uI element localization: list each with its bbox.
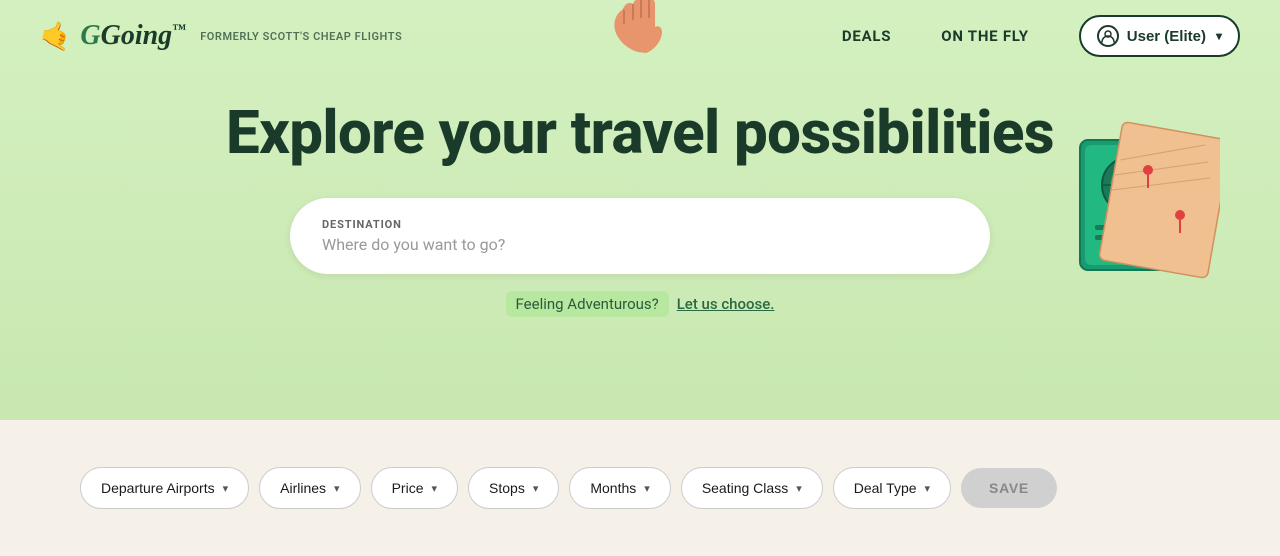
months-chevron-icon: ▾ bbox=[644, 482, 650, 495]
on-the-fly-nav-link[interactable]: ON THE FLY bbox=[941, 27, 1029, 45]
seating-class-chevron-icon: ▾ bbox=[796, 482, 802, 495]
adventure-prompt: Feeling Adventurous? Let us choose. bbox=[190, 294, 1090, 313]
formerly-label: FORMERLY SCOTT'S CHEAP FLIGHTS bbox=[200, 30, 402, 43]
departure-airports-filter[interactable]: Departure Airports ▾ bbox=[80, 467, 249, 509]
hero-title: Explore your travel possibilities bbox=[190, 100, 1090, 166]
logo: 🤙 GGoing™ bbox=[40, 20, 186, 52]
let-us-choose-link[interactable]: Let us choose. bbox=[677, 295, 775, 313]
stops-filter[interactable]: Stops ▾ bbox=[468, 467, 559, 509]
user-label: User (Elite) bbox=[1127, 28, 1206, 45]
deal-type-label: Deal Type bbox=[854, 480, 917, 496]
header: 🤙 GGoing™ FORMERLY SCOTT'S CHEAP FLIGHTS… bbox=[0, 0, 1280, 72]
seating-class-label: Seating Class bbox=[702, 480, 788, 496]
departure-airports-label: Departure Airports bbox=[101, 480, 215, 496]
seating-class-filter[interactable]: Seating Class ▾ bbox=[681, 467, 823, 509]
deal-type-chevron-icon: ▾ bbox=[925, 482, 931, 495]
destination-label: DESTINATION bbox=[322, 218, 958, 231]
save-button[interactable]: SAVE bbox=[961, 468, 1057, 508]
destination-input[interactable]: Where do you want to go? bbox=[322, 235, 958, 254]
deals-nav-link[interactable]: DEALS bbox=[842, 27, 891, 45]
airlines-label: Airlines bbox=[280, 480, 326, 496]
logo-hand-icon: 🤙 bbox=[37, 17, 76, 54]
airlines-filter[interactable]: Airlines ▾ bbox=[259, 467, 360, 509]
months-filter[interactable]: Months ▾ bbox=[569, 467, 670, 509]
months-label: Months bbox=[590, 480, 636, 496]
map-illustration bbox=[1060, 120, 1220, 300]
deal-type-filter[interactable]: Deal Type ▾ bbox=[833, 467, 951, 509]
user-chevron-icon: ▾ bbox=[1216, 29, 1222, 43]
airlines-chevron-icon: ▾ bbox=[334, 482, 340, 495]
main-nav: DEALS ON THE FLY User (Elite) ▾ bbox=[842, 15, 1240, 57]
price-filter[interactable]: Price ▾ bbox=[371, 467, 458, 509]
stops-label: Stops bbox=[489, 480, 525, 496]
logo-text: GGoing™ bbox=[80, 20, 186, 52]
user-icon bbox=[1097, 25, 1119, 47]
price-label: Price bbox=[392, 480, 424, 496]
stops-chevron-icon: ▾ bbox=[533, 482, 539, 495]
destination-search-box[interactable]: DESTINATION Where do you want to go? bbox=[290, 198, 990, 274]
feeling-adventurous-text: Feeling Adventurous? bbox=[506, 291, 669, 317]
departure-airports-chevron-icon: ▾ bbox=[223, 482, 229, 495]
user-menu-button[interactable]: User (Elite) ▾ bbox=[1079, 15, 1240, 57]
price-chevron-icon: ▾ bbox=[431, 482, 437, 495]
header-left: 🤙 GGoing™ FORMERLY SCOTT'S CHEAP FLIGHTS bbox=[40, 20, 402, 52]
filters-row: Departure Airports ▾ Airlines ▾ Price ▾ … bbox=[80, 467, 1057, 509]
filter-section: Departure Airports ▾ Airlines ▾ Price ▾ … bbox=[0, 420, 1280, 556]
